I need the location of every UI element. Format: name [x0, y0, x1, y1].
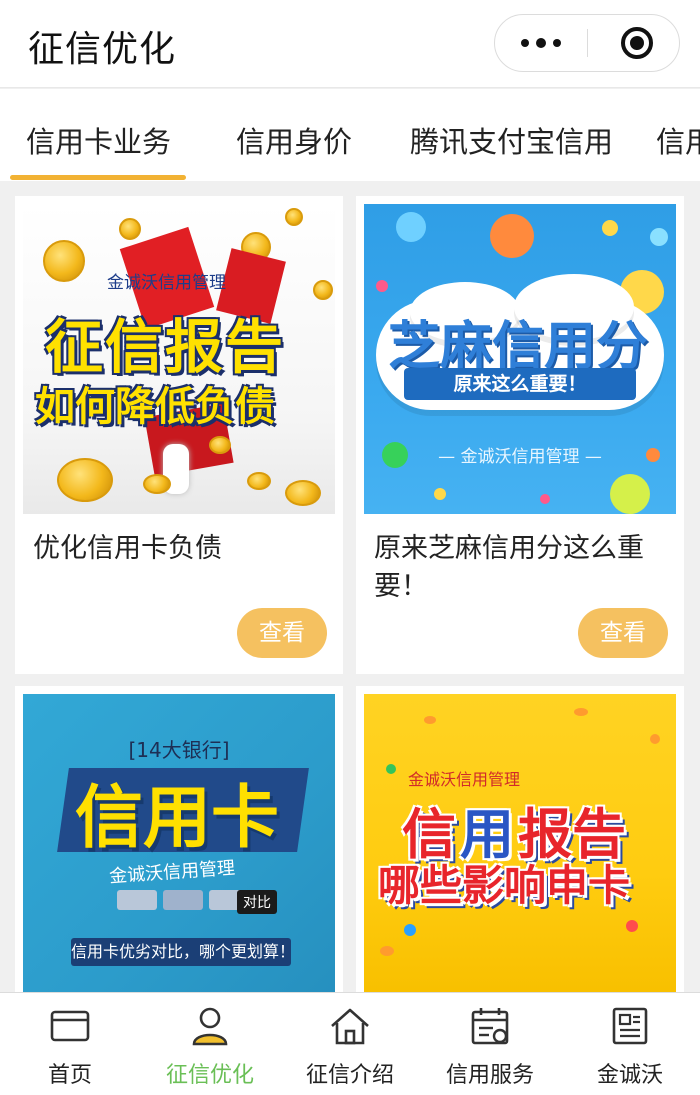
- coin-icon: [313, 280, 333, 300]
- art-brand: 金诚沃信用管理: [408, 770, 521, 789]
- active-tab-indicator: [10, 175, 186, 180]
- art-brand: 金诚沃信用管理: [107, 273, 226, 293]
- art-headline: 征信报告: [45, 313, 286, 381]
- coin-icon: [119, 218, 141, 240]
- home-icon: [331, 1008, 369, 1045]
- page-title: 征信优化: [28, 29, 177, 70]
- confetti-dot: [424, 716, 436, 724]
- title-bar: 征信优化: [0, 0, 700, 88]
- capsule-divider: [587, 29, 588, 57]
- art-tag: 对比: [237, 890, 277, 914]
- confetti-dot: [574, 708, 588, 716]
- more-icon[interactable]: [495, 15, 587, 71]
- article-title: 优化信用卡负债: [33, 533, 222, 564]
- art-brand: — 金诚沃信用管理 —: [438, 447, 602, 467]
- coin-icon: [143, 474, 171, 494]
- art-subline: 如何降低负债: [35, 384, 275, 430]
- confetti-dot: [646, 448, 660, 462]
- article-thumbnail: [14大银行] 信用卡 金诚沃信用管理 对比 信用卡优劣对比，哪个更划算！: [23, 694, 335, 992]
- confetti-dot: [386, 764, 396, 774]
- nav-credit-intro[interactable]: 征信介绍: [280, 993, 420, 1095]
- confetti-dot: [380, 946, 394, 956]
- article-thumbnail: 金诚沃信用管理 征信报告 如何降低负债: [23, 204, 335, 514]
- coin-icon: [43, 240, 85, 282]
- nav-jinchengwo[interactable]: 金诚沃: [560, 993, 700, 1095]
- user-icon: [192, 1007, 228, 1046]
- mini-program-capsule: [494, 14, 680, 72]
- art-top-label: [14大银行]: [128, 738, 230, 762]
- category-tabs: 信用卡业务 信用身价 腾讯支付宝信用 信用: [0, 89, 700, 181]
- confetti-dot: [650, 228, 668, 246]
- view-button[interactable]: 查看: [578, 608, 668, 658]
- nav-label: 征信介绍: [305, 1063, 394, 1088]
- coin-icon: [247, 472, 271, 490]
- confetti-dot: [610, 474, 650, 514]
- confetti-dot: [434, 488, 446, 500]
- article-thumbnail: 芝麻信用分 原来这么重要！ — 金诚沃信用管理 —: [364, 204, 676, 514]
- confetti-dot: [382, 442, 408, 468]
- confetti-dot: [490, 214, 534, 258]
- coin-icon: [57, 458, 113, 502]
- card-icon: [50, 1010, 90, 1042]
- newspaper-icon: [612, 1007, 648, 1045]
- nav-credit-service[interactable]: 信用服务: [420, 993, 560, 1095]
- tab-tencent-alipay-credit[interactable]: 腾讯支付宝信用: [410, 119, 613, 161]
- confetti-dot: [602, 220, 618, 236]
- article-card[interactable]: 芝麻信用分 原来这么重要！ — 金诚沃信用管理 — 原来芝麻信用分这么重要！ 查…: [356, 196, 684, 674]
- tab-credit-more[interactable]: 信用: [656, 119, 700, 161]
- art-ribbon: 原来这么重要！: [404, 368, 636, 400]
- art-bar: 信用卡优劣对比，哪个更划算！: [71, 938, 295, 966]
- nav-credit-optimization[interactable]: 征信优化: [140, 993, 280, 1095]
- coin-icon: [285, 208, 303, 226]
- bottom-nav: 首页 征信优化 征信介绍 信用服务 金诚沃: [0, 992, 700, 1095]
- confetti-dot: [626, 920, 638, 932]
- coin-icon: [209, 436, 231, 454]
- tab-credit-card-business[interactable]: 信用卡业务: [26, 119, 171, 161]
- confetti-dot: [540, 494, 550, 504]
- article-card[interactable]: 金诚沃信用管理 信 用 报告 哪些影响申卡: [356, 686, 684, 992]
- card-icon: [117, 890, 157, 910]
- confetti-dot: [404, 924, 416, 936]
- article-thumbnail: 金诚沃信用管理 信 用 报告 哪些影响申卡: [364, 694, 676, 992]
- article-card[interactable]: 金诚沃信用管理 征信报告 如何降低负债 优化信用卡负债 查看: [15, 196, 343, 674]
- nav-label: 首页: [47, 1063, 92, 1088]
- confetti-dot: [376, 280, 388, 292]
- article-card[interactable]: [14大银行] 信用卡 金诚沃信用管理 对比 信用卡优劣对比，哪个更划算！: [15, 686, 343, 992]
- card-icon: [163, 890, 203, 910]
- nav-label: 金诚沃: [596, 1063, 663, 1088]
- art-subline: 哪些影响申卡: [378, 861, 631, 910]
- article-title: 原来芝麻信用分这么重要！: [374, 533, 644, 602]
- nav-label: 信用服务: [445, 1063, 534, 1088]
- confetti-dot: [650, 734, 660, 744]
- tab-credit-worth[interactable]: 信用身价: [236, 119, 352, 161]
- nav-home[interactable]: 首页: [0, 993, 140, 1095]
- close-icon[interactable]: [621, 27, 653, 59]
- calendar-icon: [471, 1008, 509, 1045]
- coin-icon: [285, 480, 321, 506]
- confetti-dot: [396, 212, 426, 242]
- view-button[interactable]: 查看: [237, 608, 327, 658]
- art-headline: 信用卡: [75, 779, 280, 858]
- nav-label: 征信优化: [165, 1063, 254, 1088]
